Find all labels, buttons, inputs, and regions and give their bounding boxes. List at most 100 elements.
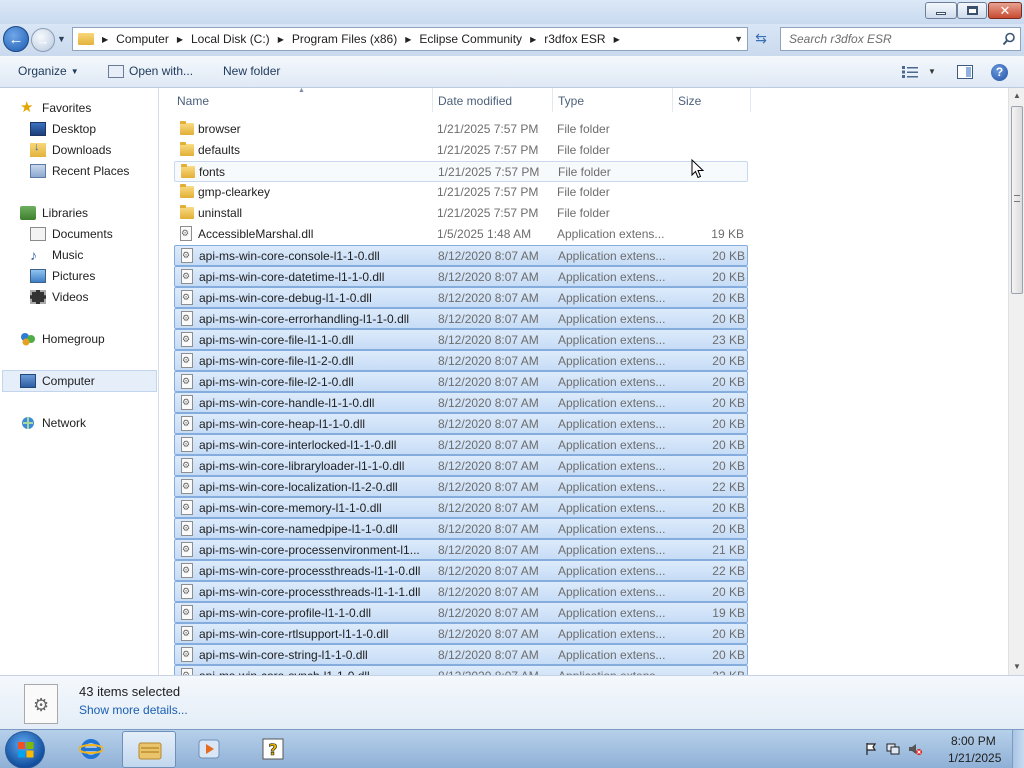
file-type: Application extens... <box>558 480 666 494</box>
nav-libraries[interactable]: Libraries <box>20 204 88 222</box>
search-input[interactable]: Search r3dfox ESR <box>780 27 1021 51</box>
nav-computer[interactable]: Computer <box>2 370 157 392</box>
close-button[interactable]: ✕ <box>988 2 1022 19</box>
file-row[interactable]: api-ms-win-core-handle-l1-1-0.dll 8/12/20… <box>174 392 748 413</box>
nav-desktop[interactable]: Desktop <box>30 120 96 138</box>
nav-videos[interactable]: Videos <box>30 288 88 306</box>
nav-recent-places[interactable]: Recent Places <box>30 162 129 180</box>
scroll-up-button[interactable]: ▲ <box>1009 88 1024 104</box>
breadcrumb-item[interactable]: Local Disk (C:) ▶ <box>191 32 292 46</box>
file-row[interactable]: fonts 1/21/2025 7:57 PM File folder <box>174 161 748 182</box>
file-date-modified: 8/12/2020 8:07 AM <box>438 312 539 326</box>
breadcrumb-item[interactable]: Eclipse Community ▶ <box>419 32 544 46</box>
chevron-right-icon[interactable]: ▶ <box>102 35 108 44</box>
clock-time[interactable]: 8:00 PM <box>951 734 996 748</box>
address-bar[interactable]: ▶ Computer ▶ Local Disk (C:) ▶ Program Files… <box>72 27 748 51</box>
vertical-scrollbar[interactable]: ▲ ▼ <box>1008 88 1024 675</box>
column-divider[interactable] <box>552 88 553 112</box>
column-divider[interactable] <box>432 88 433 112</box>
start-button[interactable] <box>5 731 45 768</box>
forward-button[interactable]: → <box>31 28 55 52</box>
show-more-details-link[interactable]: Show more details... <box>79 703 188 717</box>
file-name: api-ms-win-core-profile-l1-1-0.dll <box>199 606 372 620</box>
refresh-button[interactable]: ⇆ <box>750 30 772 50</box>
column-header-type[interactable]: Type <box>558 94 584 108</box>
file-row[interactable]: api-ms-win-core-debug-l1-1-0.dll 8/12/202… <box>174 287 748 308</box>
file-row[interactable]: browser 1/21/2025 7:57 PM File folder <box>174 119 748 140</box>
change-view-icon[interactable] <box>902 66 918 78</box>
file-row[interactable]: api-ms-win-core-memory-l1-1-0.dll 8/12/20… <box>174 497 748 518</box>
dll-file-icon <box>181 416 193 431</box>
file-row[interactable]: api-ms-win-core-processenvironment-l1...… <box>174 539 748 560</box>
nav-favorites[interactable]: ★ Favorites <box>20 99 91 117</box>
taskbar-windows-explorer[interactable] <box>122 731 176 768</box>
breadcrumb-item[interactable]: r3dfox ESR ▶ <box>544 32 628 46</box>
file-row[interactable]: api-ms-win-core-file-l1-1-0.dll 8/12/2020… <box>174 329 748 350</box>
file-row[interactable]: api-ms-win-core-localization-l1-2-0.dll 8… <box>174 476 748 497</box>
chevron-right-icon[interactable]: ▶ <box>405 35 411 44</box>
network-status-icon[interactable] <box>886 742 900 756</box>
chevron-right-icon[interactable]: ▶ <box>530 35 536 44</box>
chevron-right-icon[interactable]: ▶ <box>614 35 620 44</box>
minimize-button[interactable] <box>925 2 957 19</box>
breadcrumb-label: r3dfox ESR <box>544 32 606 46</box>
file-row[interactable]: api-ms-win-core-heap-l1-1-0.dll 8/12/2020… <box>174 413 748 434</box>
file-row[interactable]: api-ms-win-core-namedpipe-l1-1-0.dll 8/12… <box>174 518 748 539</box>
nav-pictures[interactable]: Pictures <box>30 267 95 285</box>
file-row[interactable]: api-ms-win-core-profile-l1-1-0.dll 8/12/2… <box>174 602 748 623</box>
dll-file-icon <box>180 226 192 241</box>
view-options-dropdown[interactable]: ▼ <box>928 67 936 76</box>
column-divider[interactable] <box>672 88 673 112</box>
file-row[interactable]: gmp-clearkey 1/21/2025 7:57 PM File folder <box>174 182 748 203</box>
maximize-button[interactable] <box>957 2 987 19</box>
nav-documents[interactable]: Documents <box>30 225 113 243</box>
scroll-down-button[interactable]: ▼ <box>1009 659 1024 675</box>
volume-muted-icon[interactable] <box>908 742 922 756</box>
taskbar-help[interactable]: ? <box>246 731 300 768</box>
file-row[interactable]: api-ms-win-core-errorhandling-l1-1-0.dll… <box>174 308 748 329</box>
file-row[interactable]: uninstall 1/21/2025 7:57 PM File folder <box>174 203 748 224</box>
clock-date[interactable]: 1/21/2025 <box>948 751 1001 765</box>
file-row[interactable]: defaults 1/21/2025 7:57 PM File folder <box>174 140 748 161</box>
scrollbar-thumb[interactable] <box>1011 106 1023 294</box>
search-icon[interactable] <box>1002 32 1016 46</box>
file-row[interactable]: AccessibleMarshal.dll 1/5/2025 1:48 AM App… <box>174 224 748 245</box>
chevron-right-icon[interactable]: ▶ <box>278 35 284 44</box>
organize-button[interactable]: Organize ▼ <box>18 64 79 78</box>
file-size: 20 KB <box>712 291 745 305</box>
nav-music[interactable]: ♪ Music <box>30 246 83 264</box>
file-row[interactable]: api-ms-win-core-console-l1-1-0.dll 8/12/2… <box>174 245 748 266</box>
taskbar-media-player[interactable] <box>182 731 236 768</box>
preview-pane-icon[interactable] <box>957 65 973 79</box>
action-center-flag-icon[interactable] <box>864 742 878 756</box>
file-row[interactable]: api-ms-win-core-datetime-l1-1-0.dll 8/12/… <box>174 266 748 287</box>
file-row[interactable]: api-ms-win-core-file-l2-1-0.dll 8/12/2020… <box>174 371 748 392</box>
help-icon[interactable]: ? <box>991 64 1008 81</box>
nav-homegroup[interactable]: Homegroup <box>20 330 105 348</box>
open-with-button[interactable]: Open with... <box>108 64 193 78</box>
address-history-dropdown[interactable]: ▼ <box>734 34 743 44</box>
file-row[interactable]: api-ms-win-core-processthreads-l1-1-1.dl… <box>174 581 748 602</box>
file-row[interactable]: api-ms-win-core-interlocked-l1-1-0.dll 8/… <box>174 434 748 455</box>
file-row[interactable]: api-ms-win-core-processthreads-l1-1-0.dl… <box>174 560 748 581</box>
chevron-right-icon[interactable]: ▶ <box>177 35 183 44</box>
show-desktop-button[interactable] <box>1012 730 1024 768</box>
column-divider[interactable] <box>750 88 751 112</box>
file-row[interactable]: api-ms-win-core-libraryloader-l1-1-0.dll… <box>174 455 748 476</box>
nav-network[interactable]: Network <box>20 414 86 432</box>
column-header-date[interactable]: Date modified <box>438 94 512 108</box>
breadcrumb-item[interactable]: Program Files (x86) ▶ <box>292 32 420 46</box>
column-header-name[interactable]: Name <box>177 94 209 108</box>
column-header-size[interactable]: Size <box>678 94 701 108</box>
file-row[interactable]: api-ms-win-core-rtlsupport-l1-1-0.dll 8/1… <box>174 623 748 644</box>
recent-pages-dropdown[interactable]: ▼ <box>57 34 66 44</box>
dll-file-icon <box>181 458 193 473</box>
file-row[interactable]: api-ms-win-core-synch-l1-1-0.dll8/12/202… <box>174 665 748 675</box>
new-folder-button[interactable]: New folder <box>223 64 280 78</box>
file-row[interactable]: api-ms-win-core-string-l1-1-0.dll 8/12/20… <box>174 644 748 665</box>
taskbar-internet-explorer[interactable] <box>64 731 118 768</box>
nav-downloads[interactable]: Downloads <box>30 141 111 159</box>
file-row[interactable]: api-ms-win-core-file-l1-2-0.dll 8/12/2020… <box>174 350 748 371</box>
back-button[interactable]: ← <box>3 26 29 52</box>
breadcrumb-item[interactable]: Computer ▶ <box>116 32 191 46</box>
